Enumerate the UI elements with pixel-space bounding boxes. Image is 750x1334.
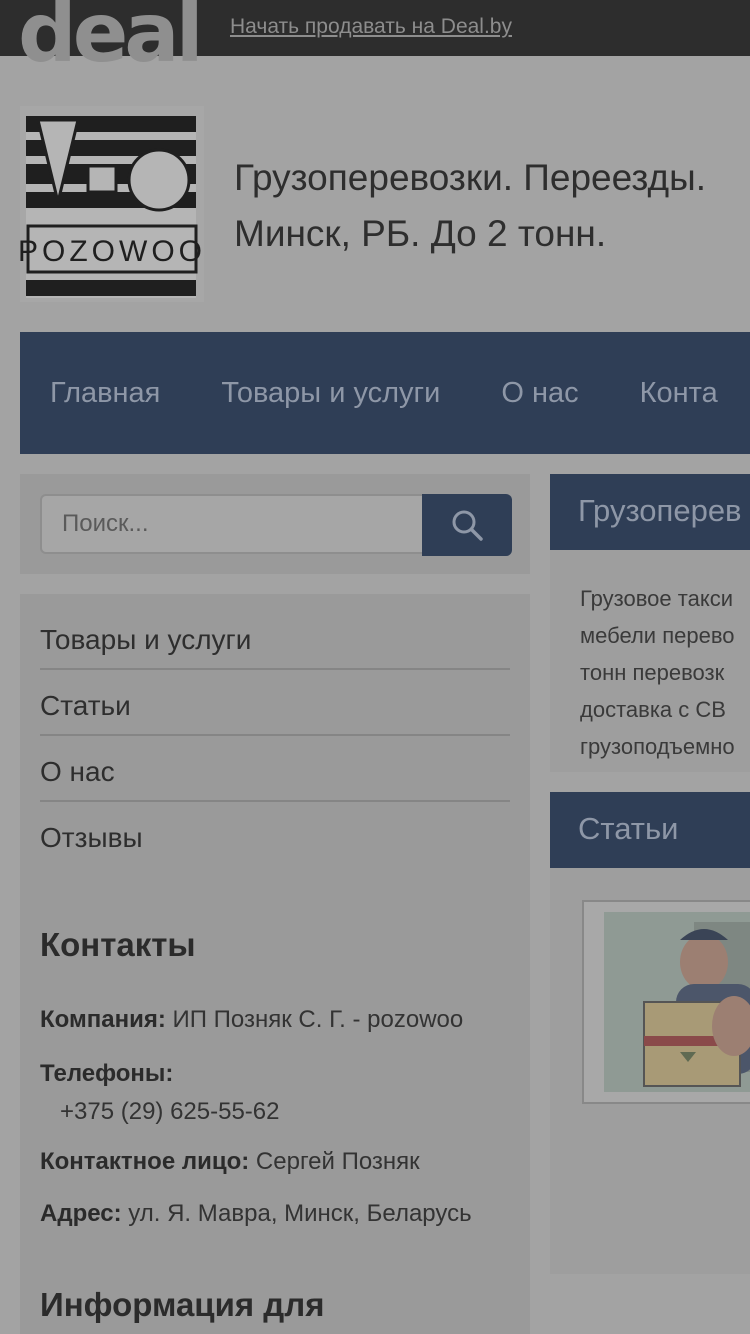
nav-item-products[interactable]: Товары и услуги (221, 377, 440, 410)
contacts-heading: Контакты (40, 926, 196, 963)
shop-title: Грузоперевозки. Переезды. Минск, РБ. До … (234, 150, 750, 262)
info-heading: Информация для (40, 1286, 325, 1323)
address-label: Адрес: (40, 1200, 122, 1227)
company-row: Компания: ИП Позняк С. Г. - pozowoo (40, 1006, 463, 1034)
articles-panel (550, 868, 750, 1274)
sidebar-item-reviews[interactable]: Отзывы (40, 802, 510, 868)
about-text: Грузовое такси мебели перево тонн перево… (580, 580, 750, 765)
shop-logo[interactable]: POZOWOO (18, 106, 204, 302)
company-label: Компания: (40, 1006, 166, 1033)
nav-item-about[interactable]: О нас (501, 377, 578, 410)
sidebar-item-products[interactable]: Товары и услуги (40, 604, 510, 670)
main-nav: Главная Товары и услуги О нас Конта (20, 332, 750, 454)
address-value: ул. Я. Мавра, Минск, Беларусь (128, 1200, 472, 1227)
sidebar-menu: Товары и услуги Статьи О нас Отзывы (40, 604, 510, 868)
about-line: Грузовое такси (580, 586, 733, 611)
sidebar-item-about[interactable]: О нас (40, 736, 510, 802)
articles-heading: Статьи (550, 792, 750, 868)
about-line: тонн перевозк (580, 660, 725, 685)
company-value: ИП Позняк С. Г. - pozowoo (172, 1006, 464, 1033)
phone-number[interactable]: +375 (29) 625-55-62 (60, 1098, 280, 1126)
about-line: грузоподъемно (580, 734, 735, 759)
about-line: доставка с СВ (580, 697, 726, 722)
pozowoo-logo-icon: POZOWOO (18, 116, 204, 298)
nav-item-home[interactable]: Главная (50, 377, 160, 410)
svg-text:POZOWOO: POZOWOO (20, 235, 204, 268)
about-panel: Грузовое такси мебели перево тонн перево… (550, 550, 750, 772)
deal-logo[interactable]: deal (18, 0, 204, 75)
search-panel (20, 474, 530, 574)
address-row: Адрес: ул. Я. Мавра, Минск, Беларусь (40, 1200, 472, 1228)
search-icon (452, 510, 483, 541)
start-selling-link[interactable]: Начать продавать на Deal.by (230, 15, 512, 39)
mover-illustration-icon (584, 902, 750, 1102)
phones-row: Телефоны: (40, 1060, 173, 1088)
phones-label: Телефоны: (40, 1060, 174, 1087)
contact-person-label: Контактное лицо: (40, 1148, 250, 1175)
shop-title-line-1: Грузоперевозки. Переезды. (234, 157, 707, 198)
search-button[interactable] (422, 494, 512, 556)
contact-person-value: Сергей Позняк (255, 1148, 420, 1175)
article-thumbnail[interactable] (582, 900, 750, 1104)
contact-person-row: Контактное лицо: Сергей Позняк (40, 1148, 420, 1176)
sidebar-item-articles[interactable]: Статьи (40, 670, 510, 736)
about-heading: Грузоперев (550, 474, 750, 550)
about-line: мебели перево (580, 623, 735, 648)
sidebar: Товары и услуги Статьи О нас Отзывы Конт… (20, 594, 530, 1334)
nav-item-contacts[interactable]: Конта (640, 377, 718, 410)
search-input[interactable] (40, 494, 424, 554)
top-bar: deal Начать продавать на Deal.by (0, 0, 750, 75)
shop-title-line-2: Минск, РБ. До 2 тонн. (234, 213, 607, 254)
